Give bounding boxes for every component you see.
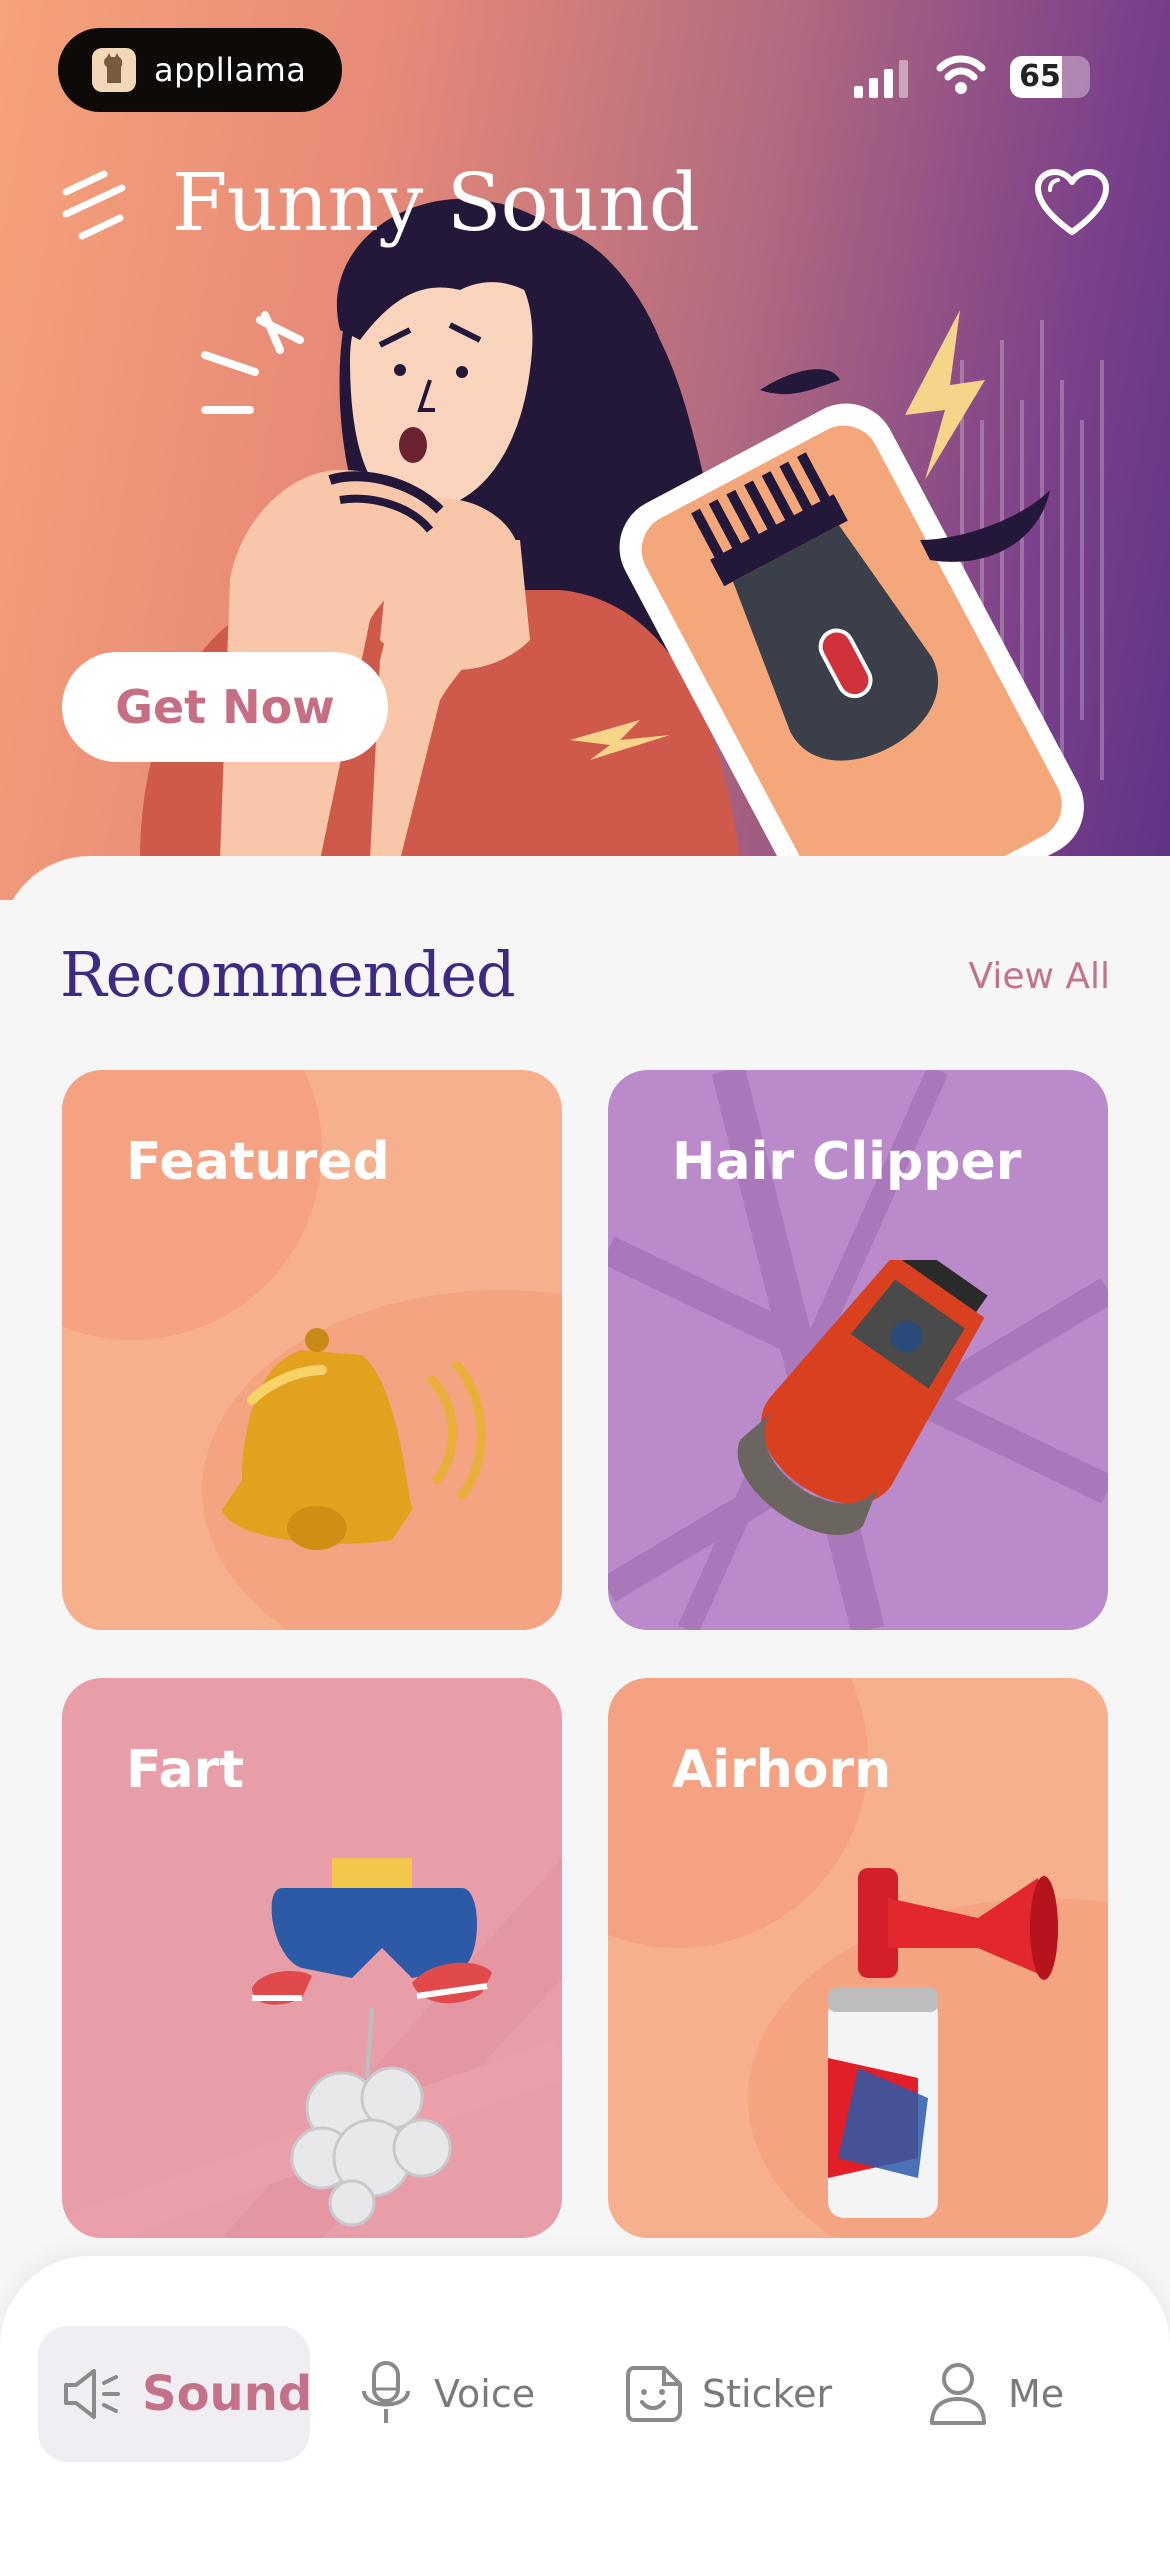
user-icon [926, 2361, 990, 2427]
wifi-icon [936, 55, 986, 94]
battery-icon: 65 [1010, 56, 1090, 98]
hair-clipper-icon [737, 1260, 988, 1535]
app-title: Funny Sound [172, 156, 700, 249]
menu-icon[interactable] [60, 170, 130, 240]
view-all-link[interactable]: View All [960, 956, 1110, 997]
card-fart[interactable]: Fart [62, 1678, 562, 2238]
tab-label: Sound [142, 2366, 313, 2422]
tab-label: Me [1008, 2372, 1065, 2416]
sticker-icon [624, 2364, 684, 2424]
battery-level: 65 [1019, 59, 1061, 94]
tab-me[interactable]: Me [926, 2326, 1064, 2462]
tab-sound[interactable]: Sound [38, 2326, 313, 2462]
airhorn-icon [828, 1868, 1058, 2218]
app-badge: appllama [58, 28, 342, 112]
card-label: Featured [126, 1132, 390, 1192]
tab-voice[interactable]: Voice [356, 2326, 535, 2462]
tab-label: Sticker [702, 2372, 833, 2416]
brand-name: appllama [154, 51, 307, 89]
woman-haircut-illustration [140, 198, 1084, 900]
card-hair-clipper[interactable]: Hair Clipper [608, 1070, 1108, 1630]
card-airhorn[interactable]: Airhorn [608, 1678, 1108, 2238]
hero-banner: appllama 65 Funny Sound Get Now [0, 0, 1170, 900]
tab-sticker[interactable]: Sticker [624, 2326, 832, 2462]
heart-icon[interactable] [1034, 168, 1110, 238]
fart-person-icon [252, 1858, 492, 2227]
get-now-button[interactable]: Get Now [62, 652, 388, 762]
card-label: Airhorn [672, 1740, 892, 1800]
microphone-icon [356, 2359, 416, 2429]
card-label: Fart [126, 1740, 245, 1800]
cellular-signal-icon [854, 60, 908, 98]
card-featured[interactable]: Featured [62, 1070, 562, 1630]
tab-label: Voice [434, 2372, 536, 2416]
megaphone-icon [60, 2365, 124, 2423]
llama-logo-icon [92, 48, 136, 92]
section-title: Recommended [60, 938, 516, 1011]
card-label: Hair Clipper [672, 1132, 1022, 1192]
bell-icon [222, 1328, 486, 1550]
